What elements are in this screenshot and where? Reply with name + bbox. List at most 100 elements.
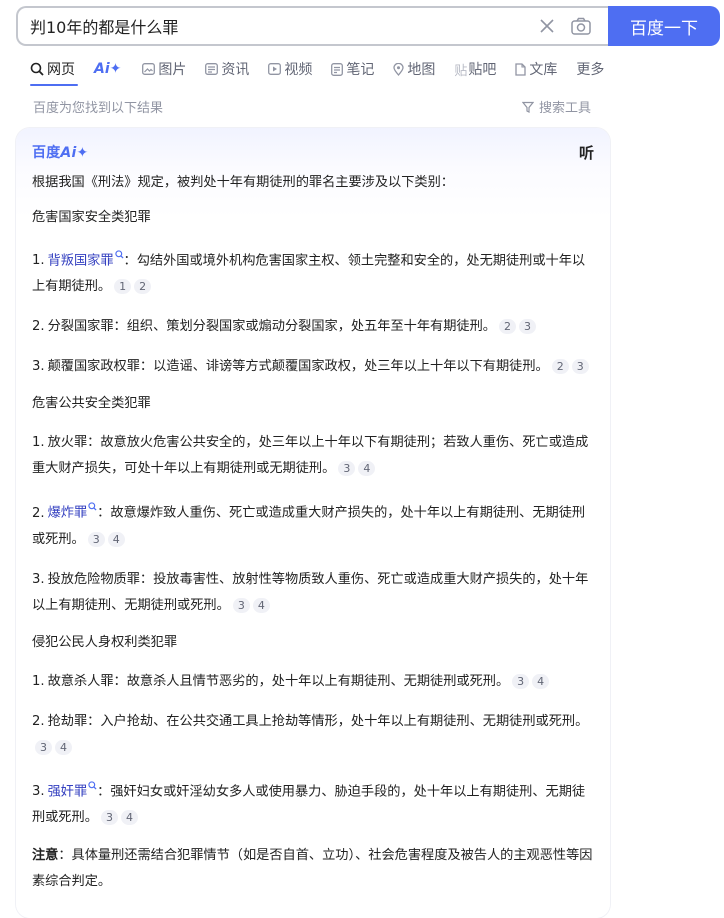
citation-badge[interactable]: 3 [338, 461, 356, 477]
news-icon [205, 63, 219, 75]
filter-icon [522, 101, 534, 113]
citation-badge[interactable]: 3 [87, 531, 105, 547]
tab-label: 网页 [47, 62, 75, 78]
tab-ai[interactable]: Ai✦ [94, 61, 121, 77]
video-icon [268, 63, 282, 75]
active-tab-indicator [30, 84, 78, 86]
answer-list-item: 2. 抢劫罪：入户抢劫、在公共交通工具上抢劫等情形，处十年以上有期徒刑、无期徒刑或… [32, 709, 596, 761]
section-heading: 侵犯公民人身权利类犯罪 [32, 634, 178, 650]
section-heading: 危害国家安全类犯罪 [32, 210, 151, 225]
citation-badge[interactable]: 4 [358, 461, 376, 477]
tieba-icon: 贴 [454, 63, 468, 79]
item-number: 1. [32, 435, 45, 451]
tab-label: 图片 [158, 62, 187, 78]
search-button[interactable]: 百度一下 [608, 6, 720, 46]
map-pin-icon [393, 62, 405, 76]
citation-badge[interactable]: 4 [120, 810, 138, 826]
tab-label: 文库 [529, 62, 558, 78]
search-icon[interactable] [114, 250, 124, 262]
tab-map[interactable]: 地图 [393, 59, 435, 79]
ai-answer-content: 根据我国《刑法》规定，被判处十年有期徒刑的罪名主要涉及以下类别： 危害国家安全类… [32, 172, 596, 909]
crime-name: 抢劫罪 [47, 713, 88, 729]
answer-list-item: 2. 爆炸罪 ：故意爆炸致人重伤、死亡或造成重大财产损失的，处十年以上有期徒刑、无期… [32, 496, 596, 552]
tab-notes[interactable]: 笔记 [331, 59, 374, 79]
search-tools-button[interactable]: 搜索工具 [522, 97, 591, 116]
tab-wenku[interactable]: 文库 [515, 59, 557, 79]
tab-tieba[interactable]: 贴 贴吧 [454, 59, 496, 79]
item-number: 2. [32, 713, 45, 729]
tab-images[interactable]: 图片 [142, 59, 186, 79]
citation-badge[interactable]: 3 [232, 597, 250, 613]
search-icon[interactable] [88, 781, 97, 793]
item-number: 3. [32, 784, 45, 800]
crime-name: 故意杀人罪 [47, 673, 114, 689]
answer-list-item: 1. 故意杀人罪：故意杀人且情节恶劣的，处十年以上有期徒刑、无期徒刑或死刑。 3 4 [32, 669, 596, 695]
search-tools-label: 搜索工具 [539, 101, 592, 116]
citation-badge[interactable]: 4 [532, 673, 550, 689]
crime-name-link[interactable]: 爆炸罪 [48, 506, 88, 521]
citation-badge[interactable]: 4 [252, 597, 270, 613]
tab-more[interactable]: 更多 [576, 59, 604, 79]
citation-badge[interactable]: 2 [498, 319, 516, 335]
tab-web[interactable]: 网页 [30, 59, 75, 79]
search-icon [30, 62, 44, 76]
tab-video[interactable]: 视频 [268, 59, 312, 79]
item-number: 2. [32, 505, 45, 521]
tab-label: 贴吧 [468, 62, 497, 78]
crime-name: 颠覆国家政权罪 [47, 359, 140, 375]
answer-list-item: 3. 颠覆国家政权罪：以造谣、诽谤等方式颠覆国家政权，处三年以上十年以下有期徒刑。… [32, 354, 596, 380]
citation-badge[interactable]: 3 [571, 359, 589, 375]
answer-note: 注意：具体量刑还需结合犯罪情节（如是否自首、立功）、社会危害程度及被告人的主观恶… [32, 843, 596, 895]
item-number: 3. [32, 359, 45, 375]
search-icon[interactable] [88, 502, 97, 514]
search-tabs: 网页 Ai✦ 图片 资讯 视频 笔记 地图 贴 贴吧 文库 更多 [30, 58, 623, 80]
crime-name: 投放危险物质罪 [47, 571, 140, 587]
citation-badge[interactable]: 3 [518, 319, 536, 335]
citation-badge[interactable]: 2 [551, 359, 569, 375]
item-number: 3. [32, 571, 45, 587]
listen-button[interactable]: 听 [579, 142, 594, 163]
tab-label: 更多 [576, 62, 605, 78]
citation-badge[interactable]: 3 [512, 673, 530, 689]
image-icon [142, 63, 156, 75]
citation-badge[interactable]: 4 [107, 531, 125, 547]
tab-label: 资讯 [221, 62, 250, 78]
item-description: ：组织、策划分裂国家或煽动分裂国家，处五年至十年有期徒刑。 [113, 319, 496, 335]
item-number: 2. [32, 319, 45, 335]
citation-badge[interactable]: 2 [134, 279, 152, 295]
note-text: ：具体量刑还需结合犯罪情节（如是否自首、立功）、社会危害程度及被告人的主观恶性等… [32, 848, 593, 890]
ai-card-header: 百度Ai✦ [32, 142, 88, 162]
answer-list-item: 1. 放火罪：故意放火危害公共安全的，处三年以上十年以下有期徒刑；若致人重伤、死亡… [32, 430, 596, 482]
ai-icon: Ai✦ [94, 61, 122, 77]
citation-badge[interactable]: 3 [100, 810, 118, 826]
answer-list-item: 2. 分裂国家罪：组织、策划分裂国家或煽动分裂国家，处五年至十年有期徒刑。 2 3 [32, 314, 596, 340]
note-icon [331, 62, 344, 76]
crime-name-link[interactable]: 背叛国家罪 [48, 253, 114, 268]
citation-badge[interactable]: 4 [55, 739, 72, 755]
crime-name-link[interactable]: 强奸罪 [48, 784, 88, 799]
tab-label: 笔记 [346, 62, 375, 78]
citation-badge[interactable]: 3 [35, 739, 52, 755]
note-label: 注意 [32, 848, 59, 864]
citation-badge[interactable]: 1 [114, 279, 132, 295]
answer-intro: 根据我国《刑法》规定，被判处十年有期徒刑的罪名主要涉及以下类别： [32, 175, 454, 190]
clear-icon[interactable] [530, 8, 564, 44]
camera-icon[interactable] [564, 8, 598, 44]
item-number: 1. [32, 253, 45, 269]
search-query[interactable]: 判10年的都是什么罪 [30, 14, 530, 38]
answer-list-item: 3. 强奸罪 ：强奸妇女或奸淫幼女多人或使用暴力、胁迫手段的，处十年以上有期徒刑、无… [32, 775, 596, 831]
result-count: 百度为您找到以下结果 [33, 101, 164, 116]
tab-label: 地图 [407, 62, 436, 78]
answer-list-item: 3. 投放危险物质罪：投放毒害性、放射性等物质致人重伤、死亡或造成重大财产损失的，… [32, 567, 596, 619]
tab-news[interactable]: 资讯 [205, 59, 249, 79]
section-heading: 危害公共安全类犯罪 [32, 396, 151, 412]
baidu-ai-logo: 百度Ai✦ [32, 145, 89, 161]
item-number: 1. [32, 673, 45, 689]
item-description: ：故意杀人且情节恶劣的，处十年以上有期徒刑、无期徒刑或死刑。 [113, 673, 510, 689]
search-input[interactable]: 判10年的都是什么罪 [16, 6, 608, 46]
search-bar: 判10年的都是什么罪 百度一下 [16, 6, 720, 46]
answer-list-item: 1. 背叛国家罪 ：勾结外国或境外机构危害国家主权、领土完整和安全的，处无期徒刑或十… [32, 244, 596, 300]
answer-sections: 危害国家安全类犯罪 1. 背叛国家罪 ：勾结外国或境外机构危害国家主权、领土完整和安全… [32, 208, 596, 831]
crime-name: 放火罪 [47, 435, 88, 451]
doc-icon [515, 62, 527, 76]
